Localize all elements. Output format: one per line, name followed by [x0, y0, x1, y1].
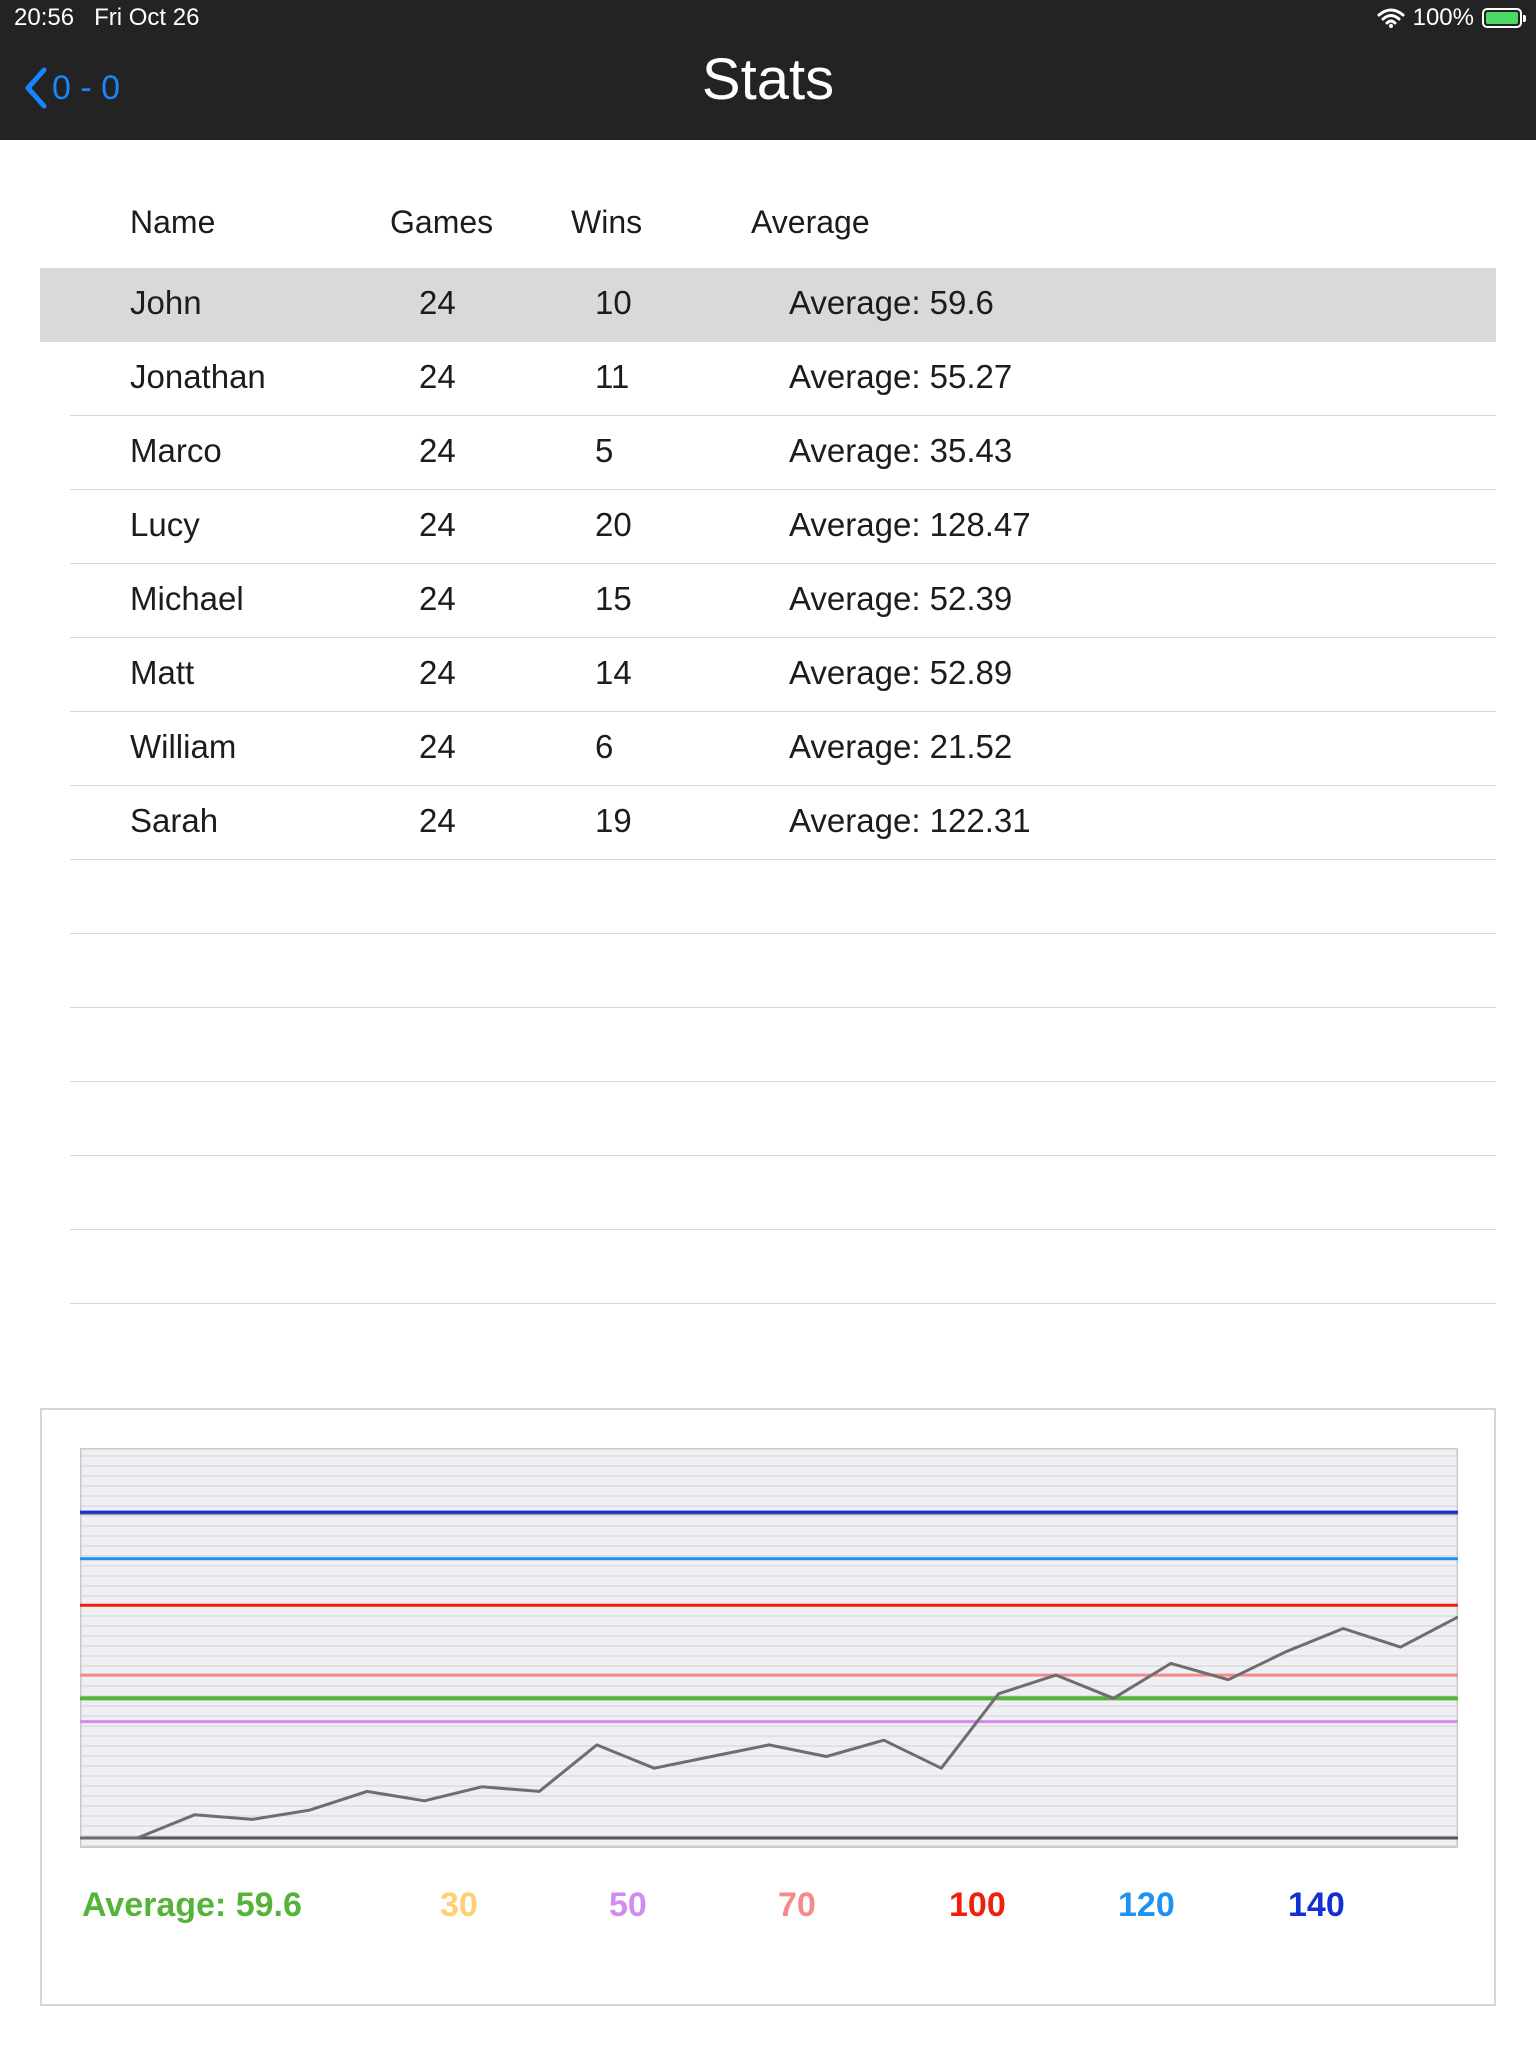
- cell-name: William: [130, 728, 237, 765]
- table-row[interactable]: Lucy 24 20 Average: 128.47: [70, 490, 1496, 564]
- legend-item: 120: [1118, 1886, 1175, 1924]
- legend-item: 100: [949, 1886, 1006, 1924]
- battery-percent: 100%: [1412, 4, 1474, 31]
- table-row[interactable]: Sarah 24 19 Average: 122.31: [70, 786, 1496, 860]
- empty-row: [70, 1156, 1496, 1230]
- cell-wins: 10: [595, 284, 632, 321]
- table-row[interactable]: Michael 24 15 Average: 52.39: [70, 564, 1496, 638]
- status-time-date: 20:56 Fri Oct 26: [14, 4, 199, 32]
- cell-games: 24: [419, 284, 456, 321]
- cell-games: 24: [419, 580, 456, 617]
- navigation-bar: 20:56 Fri Oct 26 100% 0 - 0 Stats: [0, 0, 1536, 140]
- cell-average: Average: 59.6: [789, 284, 994, 321]
- table-row[interactable]: William 24 6 Average: 21.52: [70, 712, 1496, 786]
- wifi-icon: [1377, 8, 1405, 28]
- cell-average: Average: 35.43: [789, 432, 1013, 469]
- status-time: 20:56: [14, 4, 75, 31]
- table-row[interactable]: Matt 24 14 Average: 52.89: [70, 638, 1496, 712]
- table-row[interactable]: Jonathan 24 11 Average: 55.27: [70, 342, 1496, 416]
- cell-name: Michael: [130, 580, 244, 617]
- status-right: 100%: [1377, 4, 1526, 32]
- empty-row: [70, 1008, 1496, 1082]
- average-history-chart: [80, 1448, 1458, 1848]
- battery-icon: [1482, 8, 1526, 28]
- stats-table: Name Games Wins Average John 24 10 Avera…: [40, 200, 1496, 1304]
- cell-average: Average: 21.52: [789, 728, 1013, 765]
- chart-card: Average: 59.6 30 50 70 100 120 140: [40, 1408, 1496, 2006]
- cell-games: 24: [419, 358, 456, 395]
- cell-games: 24: [419, 728, 456, 765]
- chart-plot-area: [80, 1448, 1458, 1848]
- chart-legend: Average: 59.6 30 50 70 100 120 140: [42, 1886, 1494, 1936]
- cell-name: Jonathan: [130, 358, 266, 395]
- legend-item: 140: [1288, 1886, 1345, 1924]
- table-header: Name Games Wins Average: [40, 200, 1496, 268]
- header-average: Average: [751, 204, 870, 240]
- cell-wins: 20: [595, 506, 632, 543]
- header-wins: Wins: [571, 204, 643, 240]
- cell-wins: 11: [595, 358, 630, 395]
- cell-games: 24: [419, 506, 456, 543]
- cell-average: Average: 122.31: [789, 802, 1031, 839]
- cell-name: Lucy: [130, 506, 200, 543]
- table-row[interactable]: Marco 24 5 Average: 35.43: [70, 416, 1496, 490]
- cell-name: John: [130, 284, 202, 321]
- empty-row: [70, 934, 1496, 1008]
- cell-average: Average: 52.39: [789, 580, 1013, 617]
- empty-row: [70, 860, 1496, 934]
- legend-item: Average: 59.6: [82, 1886, 302, 1924]
- cell-wins: 5: [595, 432, 614, 469]
- cell-average: Average: 52.89: [789, 654, 1013, 691]
- empty-row: [70, 1230, 1496, 1304]
- status-date: Fri Oct 26: [94, 4, 200, 31]
- cell-average: Average: 128.47: [789, 506, 1031, 543]
- cell-wins: 15: [595, 580, 632, 617]
- empty-row: [70, 1082, 1496, 1156]
- cell-games: 24: [419, 654, 456, 691]
- cell-name: Marco: [130, 432, 222, 469]
- cell-games: 24: [419, 432, 456, 469]
- page-title: Stats: [701, 47, 835, 112]
- header-games: Games: [390, 204, 494, 240]
- cell-name: Sarah: [130, 802, 219, 839]
- header-name: Name: [130, 204, 216, 240]
- table-row[interactable]: John 24 10 Average: 59.6: [40, 268, 1496, 342]
- cell-wins: 19: [595, 802, 632, 839]
- cell-average: Average: 55.27: [789, 358, 1013, 395]
- cell-wins: 14: [595, 654, 632, 691]
- legend-item: 50: [609, 1886, 647, 1924]
- legend-item: 70: [778, 1886, 816, 1924]
- cell-games: 24: [419, 802, 456, 839]
- cell-name: Matt: [130, 654, 195, 691]
- cell-wins: 6: [595, 728, 614, 765]
- legend-item: 30: [440, 1886, 478, 1924]
